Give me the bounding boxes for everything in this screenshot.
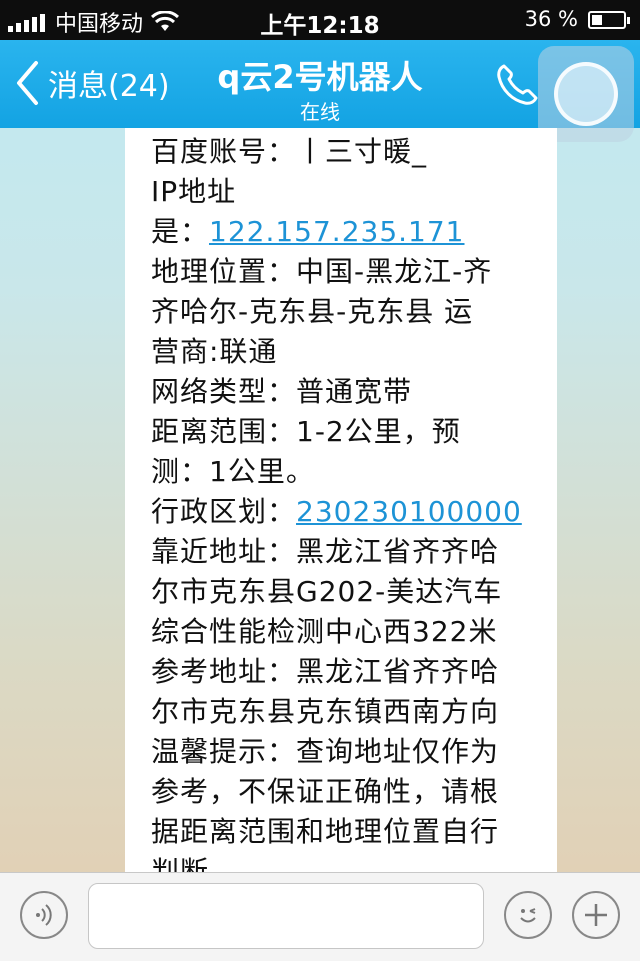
message-line: 判断: [151, 852, 209, 872]
message-text: 测：1公里。: [151, 455, 315, 488]
emoji-icon: [520, 908, 536, 923]
message-text: 百度账号：丨三寸暖_: [151, 135, 428, 168]
battery-percent: 36 %: [524, 7, 578, 31]
battery-icon: [588, 11, 630, 29]
message-text: 是：: [151, 215, 210, 248]
message-line: 综合性能检测中心西322米: [151, 612, 497, 652]
message-line: 地理位置：中国-黑龙江-齐: [151, 252, 492, 292]
voice-button[interactable]: [20, 891, 68, 939]
message-text: 判断: [151, 855, 210, 872]
message-line: 尔市克东县G202-美达汽车: [151, 572, 502, 612]
add-button[interactable]: [572, 891, 620, 939]
message-text: 行政区划：: [151, 495, 297, 528]
message-text: 营商:联通: [151, 335, 278, 368]
message-text: 网络类型：普通宽带: [151, 375, 413, 408]
message-text: 尔市克东县克东镇西南方向: [151, 695, 500, 728]
message-bubble: 百度账号：丨三寸暖_ IP地址 是：122.157.235.171 地理位置：中国-黑…: [125, 128, 557, 872]
message-line: 网络类型：普通宽带: [151, 372, 412, 412]
message-line: 是：122.157.235.171: [151, 212, 465, 252]
message-text: 综合性能检测中心西322米: [151, 615, 498, 648]
voice-icon: [36, 904, 52, 926]
message-line: 百度账号：丨三寸暖_: [151, 132, 427, 172]
input-bar: [0, 872, 640, 961]
message-line: 测：1公里。: [151, 452, 315, 492]
message-line: 营商:联通: [151, 332, 277, 372]
message-line: 距离范围：1-2公里，预: [151, 412, 461, 452]
message-text: 温馨提示：查询地址仅作为: [151, 735, 500, 768]
status-bar: 中国移动 上午12:18 36 %: [0, 0, 640, 40]
message-line: 行政区划：230230100000: [151, 492, 522, 532]
plus-icon: [585, 904, 607, 926]
message-text: 参考地址：黑龙江省齐齐哈: [151, 655, 500, 688]
message-text: IP地址: [151, 175, 237, 208]
assistive-touch-icon: [554, 62, 618, 126]
nav-bar: 消息(24) q云2号机器人 在线: [0, 40, 640, 142]
emoji-button[interactable]: [504, 891, 552, 939]
message-input[interactable]: [88, 883, 484, 949]
message-text: 尔市克东县G202-美达汽车: [151, 575, 503, 608]
phone-icon[interactable]: [492, 60, 542, 110]
message-line: IP地址: [151, 172, 236, 212]
message-link[interactable]: 230230100000: [296, 495, 522, 528]
message-text: 据距离范围和地理位置自行: [151, 815, 500, 848]
message-line: 参考地址：黑龙江省齐齐哈: [151, 652, 499, 692]
message-text: 靠近地址：黑龙江省齐齐哈: [151, 535, 500, 568]
message-text: 地理位置：中国-黑龙江-齐: [151, 255, 493, 288]
message-line: 据距离范围和地理位置自行: [151, 812, 499, 852]
message-text: 参考，不保证正确性，请根: [151, 775, 500, 808]
message-line: 齐哈尔-克东县-克东县 运: [151, 292, 473, 332]
message-text: 距离范围：1-2公里，预: [151, 415, 461, 448]
message-text: 齐哈尔-克东县-克东县 运: [151, 295, 474, 328]
message-line: 靠近地址：黑龙江省齐齐哈: [151, 532, 499, 572]
message-line: 参考，不保证正确性，请根: [151, 772, 499, 812]
message-line: 温馨提示：查询地址仅作为: [151, 732, 499, 772]
message-line: 尔市克东县克东镇西南方向: [151, 692, 499, 732]
message-link[interactable]: 122.157.235.171: [209, 215, 464, 248]
